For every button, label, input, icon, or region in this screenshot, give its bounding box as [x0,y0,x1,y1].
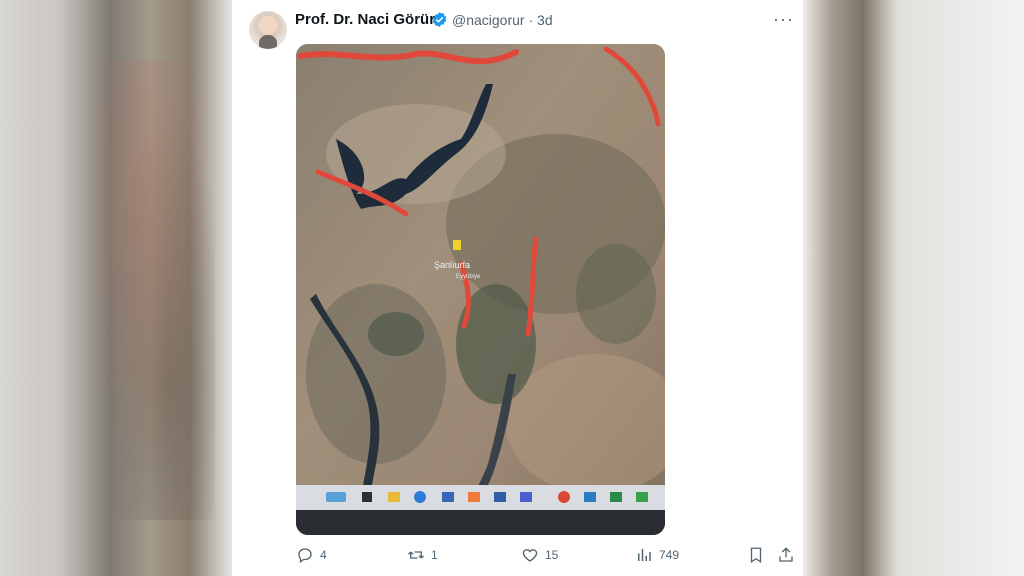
like-button[interactable]: 15 [521,546,558,564]
views-icon [638,549,651,561]
verified-badge-icon [432,12,447,27]
separator: · [528,12,534,28]
author-name[interactable]: Prof. Dr. Naci Görür [295,11,435,28]
more-icon[interactable]: ··· [773,9,794,30]
timestamp: 3d [537,12,553,28]
share-icon [779,547,793,562]
handle: @nacigorur [452,12,525,28]
avatar[interactable] [249,11,287,49]
views-button[interactable]: 749 [635,546,679,564]
map-label-city: Şanlıurfa [434,260,470,270]
like-count: 15 [545,548,559,562]
tweet-card[interactable]: Prof. Dr. Naci Görür @nacigorur · 3d ··· [232,0,803,576]
location-pin-icon [453,240,461,250]
tweet-media[interactable]: Şanlıurfa Eyyübiye [296,44,665,535]
share-button[interactable] [777,546,795,564]
retweet-button[interactable]: 1 [407,546,438,564]
satellite-map-photo: Şanlıurfa Eyyübiye [296,44,665,535]
like-icon [522,549,538,562]
background-blur-left [0,0,232,576]
tweet-actions: 4 1 15 749 [232,546,803,570]
retweet-icon [408,551,424,559]
background-blur-right [803,0,1024,576]
reply-count: 4 [320,548,327,562]
bookmark-icon [750,547,762,564]
handle-and-time[interactable]: @nacigorur · 3d [452,12,553,28]
views-count: 749 [659,548,680,562]
reply-icon [298,548,312,564]
retweet-count: 1 [431,548,438,562]
map-label-district: Eyyübiye [456,274,481,280]
bookmark-button[interactable] [747,546,765,564]
reply-button[interactable]: 4 [296,546,327,564]
